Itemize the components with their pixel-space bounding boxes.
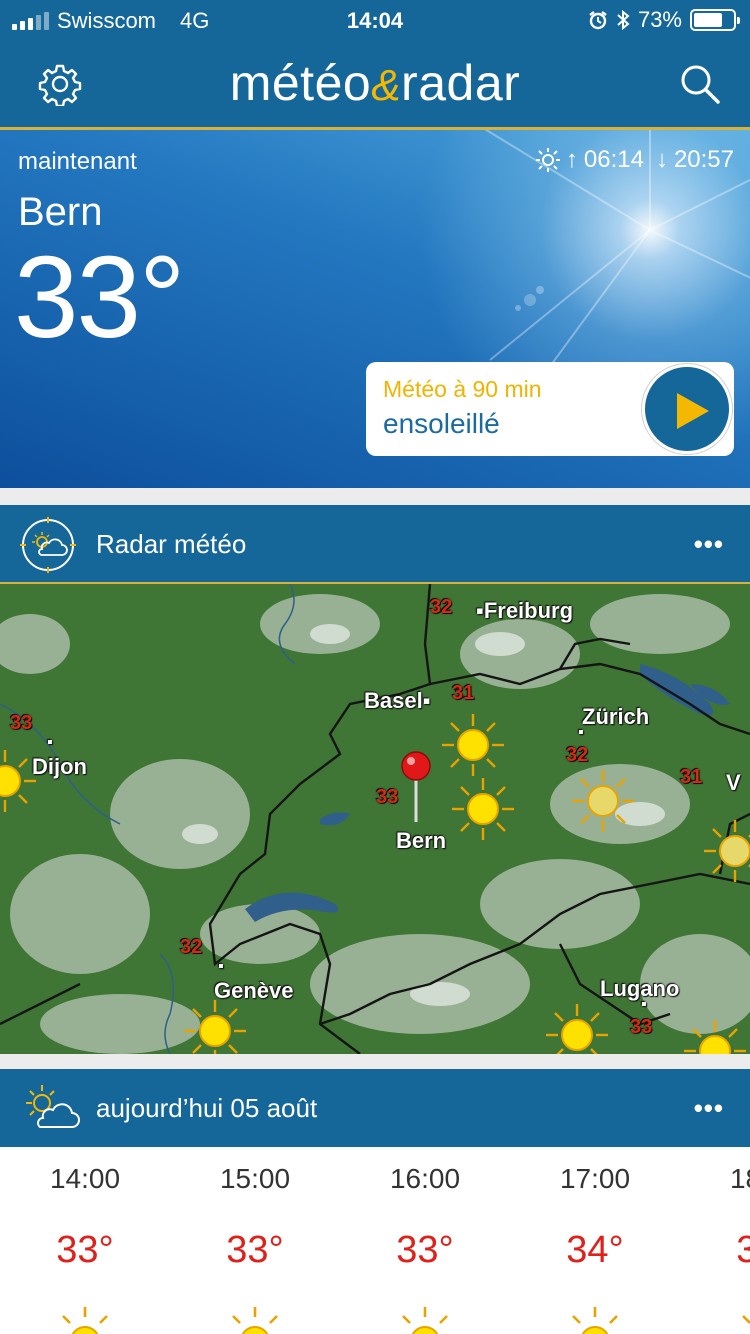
bluetooth-icon [617, 9, 630, 31]
map-temp-dijon: 33 [10, 712, 33, 734]
map-sun-icon [572, 770, 634, 832]
map-label-basel: Basel▪ [364, 688, 431, 713]
map-label-zurich: Zürich [582, 704, 650, 729]
hour-temperature: 34° [566, 1229, 624, 1271]
sunrise-time: 06:14 [583, 146, 644, 173]
battery-icon [690, 9, 740, 31]
app-logo: météo&radar [229, 55, 521, 111]
today-more-button[interactable]: ••• [694, 1093, 724, 1124]
sun-icon [535, 148, 560, 172]
forecast-90min-card[interactable]: Météo à 90 min ensoleillé [366, 362, 734, 456]
partly-sunny-icon [26, 1085, 80, 1128]
forecast-condition: ensoleillé [383, 408, 500, 439]
map-label-bern: Bern [396, 828, 447, 853]
map-marker-lugano: ▪ [641, 996, 647, 1013]
map-sun-icon [184, 1000, 246, 1054]
map-sun-icon [546, 1004, 608, 1054]
current-temperature: 33° [14, 232, 185, 362]
current-weather-panel[interactable]: maintenant Bern 33° ↑ 06:14 ↓ 20:57 Mété… [0, 130, 750, 488]
city-name: Bern [18, 190, 103, 234]
hour-label: 17:00 [559, 1163, 631, 1194]
forecast-90min-label: Météo à 90 min [383, 376, 542, 402]
sunset-time: 20:57 [673, 146, 734, 173]
map-marker-zurich: ▪ [578, 724, 584, 741]
hour-label: 15:00 [219, 1163, 291, 1194]
battery-percent: 73% [637, 7, 682, 32]
radar-more-button[interactable]: ••• [694, 529, 724, 560]
map-temp-zurich: 32 [566, 744, 589, 766]
hour-temperature: 33° [226, 1229, 284, 1271]
sunrise-arrow-icon: ↑ [565, 146, 578, 173]
sun-icon [232, 1307, 278, 1334]
map-sun-icon [442, 714, 504, 776]
hour-label: 14:00 [49, 1163, 121, 1194]
sunset-arrow-icon: ↓ [655, 146, 668, 173]
app-header: météo&radar [0, 42, 750, 128]
today-section-title: aujourd’hui 05 août [96, 1093, 318, 1123]
map-temp-bern: 33 [376, 786, 399, 808]
sun-icon [62, 1307, 108, 1334]
hour-label: 18:00 [729, 1163, 750, 1194]
alarm-icon [589, 11, 607, 30]
map-sun-icon [0, 750, 36, 812]
today-section-header[interactable]: aujourd’hui 05 août ••• [0, 1069, 750, 1147]
map-sun-icon [704, 820, 750, 882]
radar-map[interactable]: ▪Freiburg 32 Basel▪ 31 Zürich ▪ 32 ▪ Dij… [0, 584, 750, 1054]
radar-section-title: Radar météo [96, 529, 247, 559]
map-sun-icon [684, 1020, 746, 1054]
sun-icon [402, 1307, 448, 1334]
sun-times: ↑ 06:14 ↓ 20:57 [535, 146, 734, 174]
hour-label: 16:00 [389, 1163, 461, 1194]
hour-temperature: 34° [736, 1229, 750, 1271]
map-label-partial-east: V [726, 770, 741, 795]
radar-section-header[interactable]: Radar météo ••• [0, 505, 750, 585]
sun-icon [742, 1315, 750, 1324]
map-label-dijon: Dijon [32, 754, 87, 779]
now-label: maintenant [18, 148, 137, 175]
map-sun-icon [452, 778, 514, 840]
map-temp-lugano: 33 [630, 1016, 653, 1038]
radar-weather-icon [20, 517, 76, 573]
map-temp-east: 31 [680, 766, 703, 788]
map-marker-geneve: ▪ [218, 958, 224, 975]
map-temp-freiburg: 32 [430, 596, 453, 618]
play-icon [677, 393, 709, 429]
sun-icon [572, 1307, 618, 1334]
map-label-lugano: Lugano [600, 976, 680, 1001]
play-button[interactable] [642, 364, 732, 454]
map-label-freiburg: ▪Freiburg [476, 598, 574, 623]
map-marker-dijon: ▪ [47, 734, 53, 751]
location-pin-icon[interactable] [398, 750, 438, 824]
hour-temperature: 33° [396, 1229, 454, 1271]
hourly-forecast[interactable]: 14:00 33° 15:00 33° 16:00 33° 17:00 34° … [0, 1147, 750, 1334]
hour-temperature: 33° [56, 1229, 114, 1271]
status-bar: Swisscom 4G 14:04 73% [0, 0, 750, 42]
map-temp-geneve: 32 [180, 936, 203, 958]
search-icon[interactable] [678, 62, 722, 106]
map-temp-basel: 31 [452, 682, 475, 704]
